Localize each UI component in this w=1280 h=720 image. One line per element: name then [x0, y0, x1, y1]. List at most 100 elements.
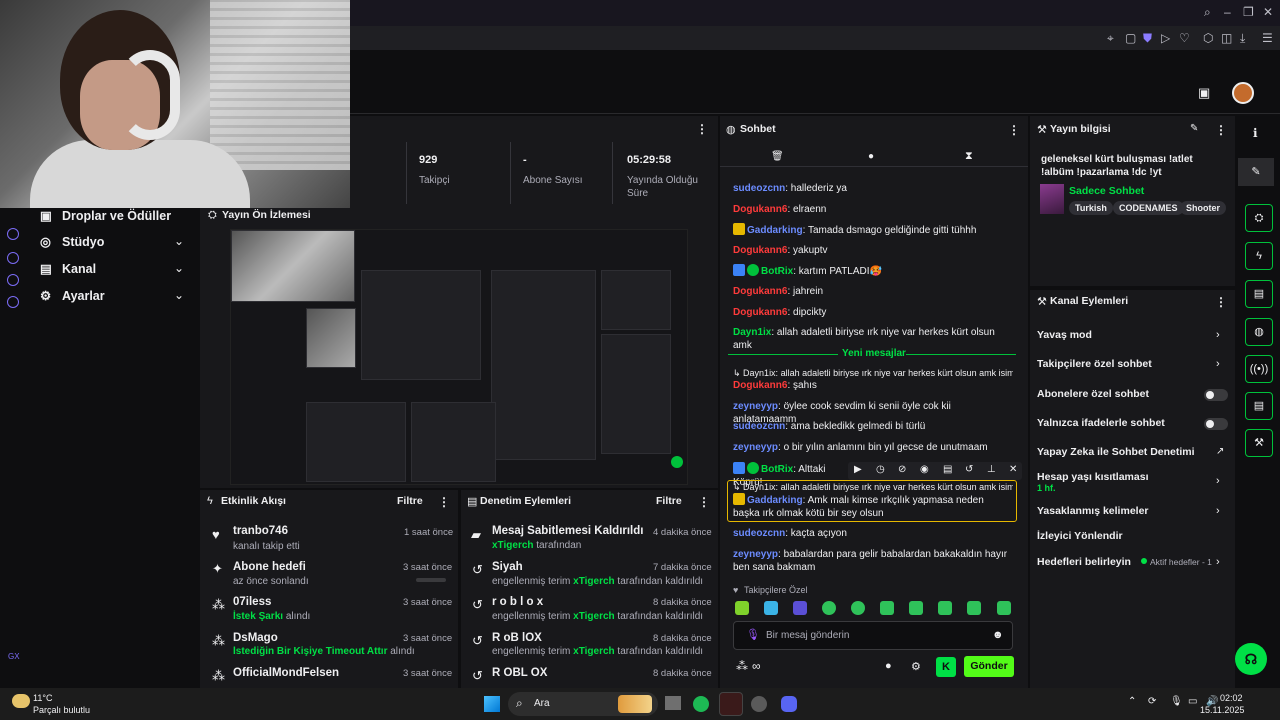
search-icon[interactable]: ⌕	[1204, 5, 1211, 20]
chevron-right-icon[interactable]: ›	[1216, 358, 1220, 370]
chevron-down-icon[interactable]: ⌄	[174, 261, 184, 275]
sidebar-item-drops[interactable]: ▣ Droplar ve Ödüller	[40, 208, 171, 223]
edit-icon[interactable]: ✎	[1238, 158, 1274, 186]
download-icon[interactable]: ⤓	[1240, 31, 1245, 46]
chat-message[interactable]: sudeozcnn: kaçta açıyon	[733, 527, 1013, 540]
pencil-icon[interactable]: ✎	[1190, 123, 1198, 134]
category-name[interactable]: Sadece Sohbet	[1069, 185, 1144, 197]
chat-input[interactable]: 🎙 Bir mesaj gönderin ☻	[733, 621, 1013, 650]
emote-icon[interactable]	[967, 601, 981, 615]
kebab-icon[interactable]: ⋮	[1215, 123, 1227, 137]
hourglass-icon[interactable]: ⧗	[965, 150, 973, 163]
chevron-right-icon[interactable]: ›	[1216, 329, 1220, 341]
chevron-right-icon[interactable]: ›	[1216, 475, 1220, 487]
menu-icon[interactable]: ☰	[1262, 31, 1273, 45]
kebab-icon[interactable]: ⋮	[698, 495, 710, 509]
chat-message[interactable]: Gaddarking: Amk malı kimse ırkçılık yapm…	[733, 493, 1008, 520]
pin-icon[interactable]: ⌖	[1107, 31, 1114, 46]
emote-icon[interactable]	[880, 601, 894, 615]
emote-icon[interactable]	[822, 601, 836, 615]
stream-preview-video[interactable]	[230, 229, 688, 485]
pin-icon[interactable]: ⊥	[987, 464, 996, 475]
shield-icon[interactable]: ⛊	[1143, 31, 1152, 46]
chevron-down-icon[interactable]: ⌄	[174, 234, 184, 248]
emote-icon[interactable]	[997, 601, 1011, 615]
emote-icon[interactable]	[735, 601, 749, 615]
bolt-icon[interactable]: ϟ	[1245, 242, 1273, 270]
chat-message[interactable]: zeyneyyp: babalardan para gelir babalard…	[733, 548, 1008, 574]
ban-icon[interactable]: ⊘	[898, 464, 906, 475]
moderation-toggle-icon[interactable]: ▤	[1245, 392, 1273, 420]
kebab-icon[interactable]: ⋮	[1215, 295, 1227, 309]
chat-message[interactable]: sudeozcnn: hallederiz ya	[733, 182, 1013, 195]
clock-icon[interactable]: ◷	[876, 464, 885, 475]
chat-message[interactable]: Gaddarking: Tamada dsmago geldiğinde git…	[733, 223, 1013, 237]
broadcast-icon[interactable]: ((•))	[1245, 355, 1273, 383]
info-icon[interactable]: ℹ	[1253, 126, 1258, 140]
copy-icon[interactable]: ▤	[943, 464, 952, 475]
chevron-down-icon[interactable]: ⌄	[174, 288, 184, 302]
action-raid[interactable]: İzleyici Yönlendir	[1037, 530, 1123, 542]
trash-icon[interactable]: 🗑	[771, 151, 784, 162]
emote-icon[interactable]	[793, 601, 807, 615]
emotes-only-toggle[interactable]	[1204, 418, 1228, 430]
chat-toggle-icon[interactable]: ◍	[1245, 318, 1273, 346]
chat-message[interactable]: Dogukann6: jahrein	[733, 285, 1013, 298]
emote-icon[interactable]	[764, 601, 778, 615]
maximize-icon[interactable]: ❐	[1243, 5, 1254, 19]
gear-icon[interactable]: ⚙	[911, 660, 921, 673]
external-link-icon[interactable]: ↗	[1216, 446, 1224, 457]
sidebar-item-settings[interactable]: ⚙ Ayarlar	[40, 288, 105, 303]
chevron-right-icon[interactable]: ›	[1216, 556, 1220, 568]
heart-icon[interactable]: ♡	[1179, 31, 1190, 45]
kick-logo-icon[interactable]: K	[936, 657, 956, 677]
chat-message[interactable]: Dogukann6: dipcikty	[733, 306, 1013, 319]
task-view-icon[interactable]	[665, 696, 681, 710]
spotify-icon[interactable]	[693, 696, 709, 712]
taskbar-search[interactable]: ⌕ Ara	[508, 692, 658, 716]
action-slow-mode[interactable]: Yavaş mod	[1037, 329, 1092, 341]
rail-icon-1[interactable]	[7, 228, 19, 240]
chevron-right-icon[interactable]: ›	[1216, 505, 1220, 517]
close-icon[interactable]: ✕	[1263, 5, 1273, 19]
extensions-icon[interactable]: ⬡	[1203, 31, 1213, 45]
minimize-icon[interactable]: –	[1224, 5, 1231, 19]
sidebar-item-channel[interactable]: ▤ Kanal	[40, 261, 96, 276]
preview-toggle-icon[interactable]: ⛭	[1245, 204, 1273, 232]
windows-start-icon[interactable]	[484, 696, 500, 712]
chat-message[interactable]: Dogukann6: şahıs	[733, 379, 1013, 392]
tag-chip[interactable]: CODENAMES	[1113, 201, 1184, 215]
activity-filter-button[interactable]: Filtre	[397, 495, 423, 507]
tag-chip[interactable]: Shooter	[1180, 201, 1227, 215]
action-emotes-only[interactable]: Yalnızca ifadelerle sohbet	[1037, 417, 1165, 429]
infinity-icon[interactable]: ∞	[752, 659, 761, 673]
emote-icon[interactable]	[909, 601, 923, 615]
emote-icon[interactable]	[938, 601, 952, 615]
kebab-icon[interactable]: ⋮	[696, 122, 708, 136]
weather-icon[interactable]	[12, 694, 30, 708]
box-icon[interactable]: ◫	[1221, 31, 1232, 45]
chat-message[interactable]: zeyneyyp: o bir yılın anlamını bin yıl g…	[733, 441, 1013, 454]
subs-only-toggle[interactable]	[1204, 389, 1228, 401]
emoji-icon[interactable]: ☻	[992, 629, 1004, 641]
notes-icon[interactable]: ▤	[1245, 280, 1273, 308]
sync-icon[interactable]: ⟳	[1148, 696, 1156, 707]
send-button[interactable]: Gönder	[964, 656, 1014, 677]
chat-bubble-icon[interactable]: ●	[885, 660, 892, 672]
action-set-goals[interactable]: Hedefleri belirleyin	[1037, 556, 1131, 568]
moderation-filter-button[interactable]: Filtre	[656, 495, 682, 507]
chat-message[interactable]: Dogukann6: yakuptv	[733, 244, 1013, 257]
message-icon[interactable]: ●	[868, 151, 874, 162]
microphone-icon[interactable]: 🎙	[1170, 696, 1183, 707]
action-subs-only[interactable]: Abonelere özel sohbet	[1037, 388, 1149, 400]
screenshot-icon[interactable]: ▢	[1125, 31, 1136, 45]
action-account-age[interactable]: Hesap yaşı kısıtlaması	[1037, 471, 1149, 483]
sidebar-item-studio[interactable]: ◎ Stüdyo	[40, 234, 104, 249]
chat-message[interactable]: BotRix: kartım PATLADI🥵	[733, 264, 1013, 278]
rail-icon-2[interactable]	[7, 252, 19, 264]
rail-icon-3[interactable]	[7, 274, 19, 286]
category-thumbnail[interactable]	[1040, 184, 1064, 214]
points-icon[interactable]: ⁂	[736, 659, 748, 673]
wallet-icon[interactable]: ▣	[1198, 85, 1210, 101]
tag-chip[interactable]: Turkish	[1069, 201, 1113, 215]
